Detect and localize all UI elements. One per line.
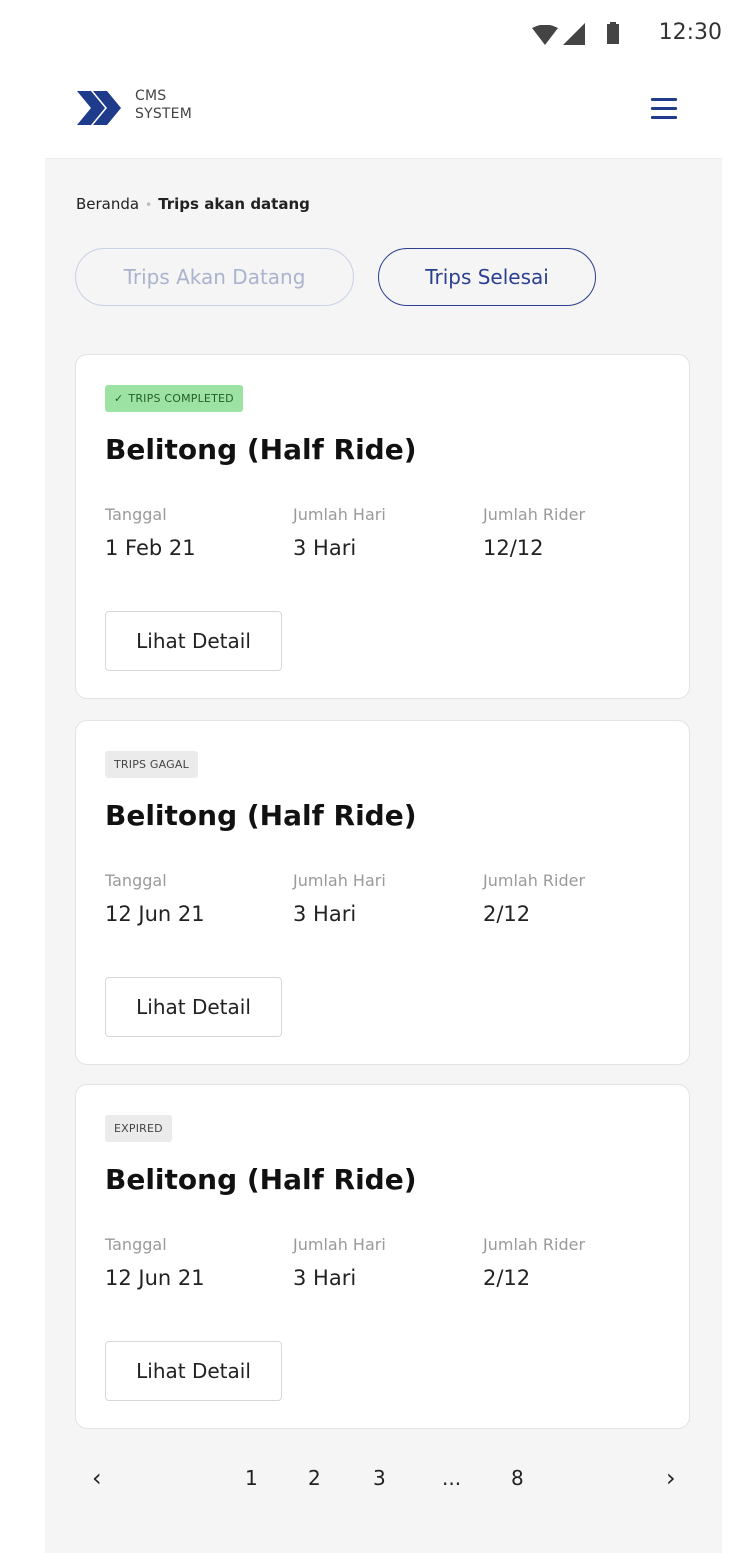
status-badge-label: TRIPS COMPLETED [128,392,234,405]
trip-riders-field: Jumlah Rider 2/12 [483,1235,585,1290]
date-value: 12 Jun 21 [105,1266,205,1290]
battery-icon [607,22,619,44]
riders-value: 2/12 [483,902,531,926]
breadcrumb-current: Trips akan datang [158,195,310,213]
status-time: 12:30 [658,20,722,45]
trip-date-field: Tanggal 12 Jun 21 [105,1235,205,1290]
trip-riders-field: Jumlah Rider 2/12 [483,871,585,926]
page-link[interactable]: 2 [308,1466,321,1490]
app-header: CMS SYSTEM [45,58,722,159]
days-label: Jumlah Hari [293,1235,386,1254]
riders-label: Jumlah Rider [483,1235,586,1254]
date-label: Tanggal [105,871,167,890]
wifi-icon [532,25,558,45]
trip-title: Belitong (Half Ride) [105,433,417,466]
pagination: ‹ 1 2 3 ... 8 › [45,1464,722,1506]
status-badge: ✓ TRIPS COMPLETED [105,385,243,412]
tab-trips-done[interactable]: Trips Selesai [378,248,596,306]
logo-line-2: SYSTEM [135,106,193,122]
trip-title: Belitong (Half Ride) [105,799,417,832]
status-bar: 12:30 [45,8,722,58]
mobile-screen: 12:30 CMS SYSTEM Beranda • Trips akan data… [45,8,722,1553]
trip-days-field: Jumlah Hari 3 Hari [293,871,386,926]
page-link[interactable]: 8 [511,1466,524,1490]
breadcrumb: Beranda • Trips akan datang [76,195,310,213]
chevron-right-icon[interactable]: › [666,1464,676,1492]
hamburger-menu-icon[interactable] [649,96,681,122]
status-badge-label: EXPIRED [114,1122,163,1135]
trip-card: ✓ TRIPS COMPLETED Belitong (Half Ride) T… [75,354,690,699]
breadcrumb-separator: • [145,198,153,212]
date-label: Tanggal [105,1235,167,1254]
logo-text: CMS SYSTEM [135,87,192,123]
days-value: 3 Hari [293,536,357,560]
signal-icon [563,23,585,45]
days-value: 3 Hari [293,1266,357,1290]
days-label: Jumlah Hari [293,871,386,890]
trip-days-field: Jumlah Hari 3 Hari [293,505,386,560]
days-value: 3 Hari [293,902,357,926]
breadcrumb-home[interactable]: Beranda [76,195,139,213]
view-detail-button[interactable]: Lihat Detail [105,1341,282,1401]
view-detail-button[interactable]: Lihat Detail [105,611,282,671]
riders-value: 2/12 [483,1266,531,1290]
trip-riders-field: Jumlah Rider 12/12 [483,505,585,560]
trip-card: TRIPS GAGAL Belitong (Half Ride) Tanggal… [75,720,690,1065]
logo-line-1: CMS [135,88,167,104]
status-badge: EXPIRED [105,1115,172,1142]
trip-card: EXPIRED Belitong (Half Ride) Tanggal 12 … [75,1084,690,1429]
days-label: Jumlah Hari [293,505,386,524]
page-link[interactable]: 3 [373,1466,386,1490]
date-label: Tanggal [105,505,167,524]
date-value: 1 Feb 21 [105,536,196,560]
riders-label: Jumlah Rider [483,505,586,524]
trip-days-field: Jumlah Hari 3 Hari [293,1235,386,1290]
tab-trips-upcoming[interactable]: Trips Akan Datang [75,248,354,306]
riders-value: 12/12 [483,536,544,560]
trip-date-field: Tanggal 1 Feb 21 [105,505,196,560]
page-ellipsis: ... [442,1466,462,1490]
logo-icon [77,91,121,125]
page-link[interactable]: 1 [245,1466,258,1490]
trip-title: Belitong (Half Ride) [105,1163,417,1196]
riders-label: Jumlah Rider [483,871,586,890]
trip-date-field: Tanggal 12 Jun 21 [105,871,205,926]
status-badge: TRIPS GAGAL [105,751,198,778]
status-badge-label: TRIPS GAGAL [114,758,189,771]
date-value: 12 Jun 21 [105,902,205,926]
check-icon: ✓ [114,392,124,405]
view-detail-button[interactable]: Lihat Detail [105,977,282,1037]
chevron-left-icon[interactable]: ‹ [92,1464,102,1492]
